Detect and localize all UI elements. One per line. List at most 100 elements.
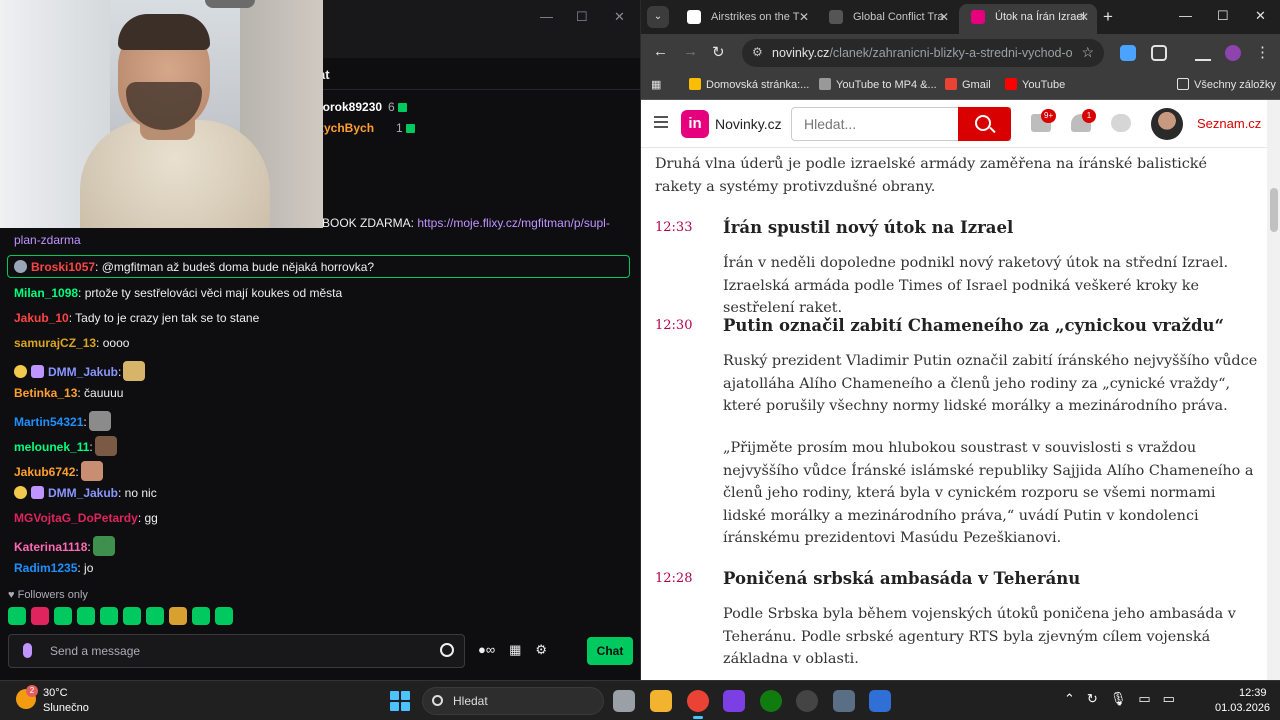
- all-bookmarks[interactable]: Všechny záložky: [1177, 78, 1276, 91]
- emote-icon[interactable]: [31, 607, 49, 625]
- microphone-icon[interactable]: 🎙: [1110, 691, 1127, 706]
- gear-icon[interactable]: ⚙: [535, 642, 547, 657]
- tab-search-icon[interactable]: ⌄: [647, 6, 669, 28]
- article-paragraph: Ruský prezident Vladimir Putin označil z…: [723, 353, 1258, 415]
- microphone-icon[interactable]: [23, 643, 32, 658]
- novinky-logo[interactable]: in: [681, 110, 709, 138]
- message-link[interactable]: https://moje.flixy.cz/mgfitman/p/supl-: [417, 216, 610, 230]
- chat-username[interactable]: MGVojtaG_DoPetardy: [14, 511, 138, 525]
- chat-username[interactable]: DMM_Jakub: [48, 365, 118, 379]
- bookmark-label: Gmail: [962, 79, 991, 91]
- minimize-icon[interactable]: —: [540, 9, 553, 24]
- file-explorer-icon[interactable]: [650, 690, 672, 712]
- gift-icon: [397, 103, 407, 112]
- extension-icon[interactable]: [1120, 45, 1136, 61]
- browser-tab[interactable]: Airstrikes on the T ✕: [675, 4, 817, 34]
- page-scrollbar[interactable]: [1267, 100, 1280, 680]
- emote-icon[interactable]: [100, 607, 118, 625]
- bookmark-star-icon[interactable]: ☆: [1081, 44, 1094, 61]
- profile-avatar[interactable]: [1225, 45, 1241, 61]
- maximize-icon[interactable]: ☐: [1217, 8, 1229, 24]
- leaderboard-row[interactable]: rorok89230 6: [318, 100, 407, 114]
- chat-username[interactable]: Betinka_13: [14, 386, 77, 400]
- browser-tab[interactable]: Global Conflict Tra ✕: [817, 4, 957, 34]
- bookmark-item[interactable]: Gmail: [945, 78, 991, 91]
- site-name[interactable]: Novinky.cz: [715, 116, 782, 132]
- clock-time[interactable]: 12:39: [1239, 687, 1267, 699]
- display-icon[interactable]: ▭: [1138, 691, 1150, 706]
- xbox-icon[interactable]: [760, 690, 782, 712]
- tab-close-icon[interactable]: ✕: [939, 4, 949, 30]
- sync-icon[interactable]: ↻: [1087, 691, 1098, 706]
- bookmark-item[interactable]: YouTube: [1005, 78, 1065, 91]
- apps-grid-icon[interactable]: ▦: [651, 78, 661, 91]
- message-link[interactable]: plan-zdarma: [14, 233, 81, 247]
- chevron-up-icon[interactable]: ⌃: [1064, 691, 1075, 706]
- chat-username[interactable]: Jakub6742: [14, 465, 75, 479]
- download-icon[interactable]: [1195, 45, 1211, 61]
- reload-icon[interactable]: ↻: [712, 43, 725, 61]
- chat-send-button[interactable]: Chat: [587, 637, 633, 665]
- taskbar-search[interactable]: Hledat: [422, 687, 604, 715]
- chat-message: samurajCZ_13: oooo: [14, 336, 129, 350]
- site-info-icon[interactable]: ⚙: [752, 45, 763, 59]
- maximize-icon[interactable]: ☐: [576, 9, 588, 25]
- emote-icon[interactable]: [54, 607, 72, 625]
- emote-icon[interactable]: [77, 607, 95, 625]
- chat-bubble-icon[interactable]: [1111, 114, 1131, 132]
- chat-username[interactable]: Radim1235: [14, 561, 77, 575]
- task-view-icon[interactable]: [613, 690, 635, 712]
- clock-date[interactable]: 01.03.2026: [1215, 702, 1270, 714]
- emote-icon[interactable]: [8, 607, 26, 625]
- emote-icon[interactable]: [169, 607, 187, 625]
- message-text: : jo: [77, 561, 94, 575]
- store-icon[interactable]: ▦: [509, 642, 521, 657]
- address-bar[interactable]: ⚙ novinky.cz/clanek/zahranicni-blizky-a-…: [742, 39, 1104, 67]
- extensions-puzzle-icon[interactable]: [1151, 45, 1167, 61]
- close-icon[interactable]: ✕: [614, 9, 625, 25]
- weather-description[interactable]: Slunečno: [43, 702, 89, 714]
- chat-username[interactable]: Jakub_10: [14, 311, 69, 325]
- chrome-icon[interactable]: [687, 690, 709, 719]
- emote-icon[interactable]: [215, 607, 233, 625]
- minimize-icon[interactable]: —: [1179, 8, 1192, 23]
- search-button[interactable]: [958, 107, 1011, 141]
- chat-username[interactable]: Katerina1118: [14, 540, 87, 554]
- chat-username[interactable]: Broski1057: [31, 260, 95, 274]
- chat-username[interactable]: samurajCZ_13: [14, 336, 96, 350]
- seznam-link[interactable]: Seznam.cz: [1197, 116, 1261, 131]
- chat-username[interactable]: DMM_Jakub: [48, 486, 118, 500]
- gift-icon: [405, 124, 415, 133]
- back-icon[interactable]: ←: [653, 43, 668, 60]
- hamburger-menu-icon[interactable]: [654, 116, 668, 128]
- app-icon[interactable]: [723, 690, 745, 712]
- avatar[interactable]: [1151, 108, 1183, 140]
- forward-icon[interactable]: →: [683, 43, 698, 60]
- browser-tab-active[interactable]: Útok na Írán Izrael ✕: [959, 4, 1097, 34]
- tab-close-icon[interactable]: ✕: [799, 4, 809, 30]
- chat-message-input[interactable]: Send a message: [8, 634, 465, 668]
- close-icon[interactable]: ✕: [1255, 8, 1266, 24]
- article-paragraph: Írán v neděli dopoledne podnikl nový rak…: [723, 255, 1229, 317]
- tab-close-icon[interactable]: ✕: [1079, 4, 1089, 30]
- leaderboard-row[interactable]: zychBych 1: [318, 121, 415, 135]
- battery-icon[interactable]: ▭: [1163, 691, 1175, 706]
- emoji-icon[interactable]: [440, 643, 454, 657]
- new-tab-icon[interactable]: +: [1103, 7, 1113, 27]
- bits-icon[interactable]: ●∞: [478, 642, 495, 657]
- weather-temperature[interactable]: 30°C: [43, 687, 68, 699]
- emote-icon[interactable]: [192, 607, 210, 625]
- emote-icon[interactable]: [146, 607, 164, 625]
- chat-username[interactable]: melounek_11: [14, 440, 89, 454]
- menu-dots-icon[interactable]: ⋮: [1255, 43, 1270, 61]
- scrollbar-thumb[interactable]: [1270, 188, 1278, 232]
- settings-icon[interactable]: [833, 690, 855, 712]
- windows-start-icon[interactable]: [390, 691, 410, 711]
- chat-username[interactable]: Martin54321: [14, 415, 83, 429]
- bookmark-item[interactable]: Domovská stránka:...: [689, 78, 809, 91]
- emote-icon[interactable]: [123, 607, 141, 625]
- obs-icon[interactable]: [796, 690, 818, 712]
- bookmark-item[interactable]: YouTube to MP4 &...: [819, 78, 937, 91]
- chat-username[interactable]: Milan_1098: [14, 286, 78, 300]
- network-app-icon[interactable]: [869, 690, 891, 712]
